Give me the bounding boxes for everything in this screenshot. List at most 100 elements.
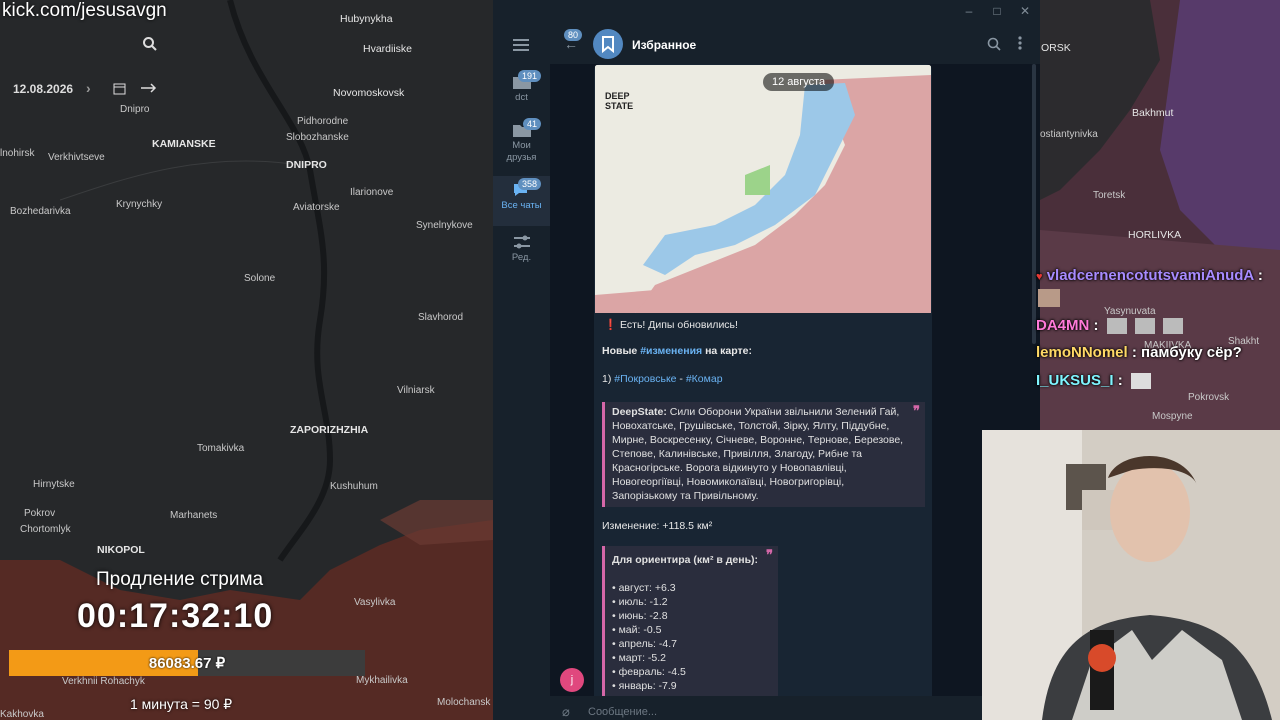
timer-value: 00:17:32:10 bbox=[77, 597, 274, 635]
map-label: Bakhmut bbox=[1132, 107, 1174, 119]
chevron-right-icon[interactable]: › bbox=[86, 80, 91, 96]
message-map-image[interactable]: DEEP STATE 12 августа bbox=[595, 65, 931, 313]
map-label: Slobozhanske bbox=[286, 132, 349, 143]
text: на карте: bbox=[702, 345, 753, 357]
quote-text: Сили Оборони України звільнили Зелений Г… bbox=[612, 406, 904, 502]
emote-icon bbox=[1038, 289, 1060, 307]
map-label: ORSK bbox=[1041, 42, 1071, 54]
map-label: Verkhnii Rohachyk bbox=[62, 676, 145, 687]
map-label: Toretsk bbox=[1093, 190, 1126, 201]
emote-icon bbox=[1134, 318, 1155, 335]
message-bubble[interactable]: DEEP STATE 12 августа ❗ Есть! Дипы обнов… bbox=[594, 64, 932, 696]
chat-message: ♥ vladcernencotutsvamiAnudA : bbox=[1036, 267, 1263, 284]
map-date: 12.08.2026 bbox=[13, 82, 74, 96]
stats-title: Для ориентира (км² в день): bbox=[612, 554, 759, 566]
stat-item: • апрель: -4.7 bbox=[612, 638, 677, 650]
saved-messages-avatar[interactable] bbox=[593, 29, 623, 59]
map-label: Vilniarsk bbox=[397, 385, 435, 396]
text: 1) bbox=[602, 373, 615, 385]
menu-icon[interactable] bbox=[513, 38, 529, 56]
map-label: Pidhorodne bbox=[297, 116, 349, 127]
map-label: Kakhovka bbox=[0, 709, 44, 720]
close-icon[interactable]: ✕ bbox=[1015, 4, 1035, 18]
chat-text: : памбуку сёр? bbox=[1127, 344, 1242, 361]
folder-dct[interactable]: dct 191 bbox=[493, 70, 550, 103]
search-icon[interactable] bbox=[987, 37, 1001, 56]
compare-icon[interactable] bbox=[139, 81, 157, 98]
map-label: Pokrov bbox=[24, 508, 56, 519]
maximize-icon[interactable]: □ bbox=[987, 4, 1007, 18]
folder-label: Все чаты bbox=[501, 200, 542, 211]
map-label: Bozhedarivka bbox=[10, 206, 71, 217]
map-label: Vasylivka bbox=[354, 597, 396, 608]
stat-item: • март: -5.2 bbox=[612, 652, 666, 664]
donation-progress: 86083.67 ₽ bbox=[9, 650, 365, 676]
chat-username: lemoNNomel bbox=[1036, 344, 1128, 361]
map-label: ZAPORIZHZHIA bbox=[290, 424, 369, 436]
quote-icon: ❞ bbox=[913, 403, 920, 418]
message-input[interactable]: Сообщение... bbox=[588, 706, 657, 718]
message-line-1: ❗ Есть! Дипы обновились! bbox=[604, 318, 738, 331]
map-label: HORLIVKA bbox=[1128, 229, 1182, 241]
unread-badge: 41 bbox=[523, 118, 542, 130]
map-label: Mykhailivka bbox=[356, 675, 408, 686]
stat-item: • июль: -1.2 bbox=[612, 596, 668, 608]
message-composer[interactable]: ⌀ Сообщение... bbox=[550, 696, 1040, 720]
hashtag-link[interactable]: #Покровське bbox=[614, 373, 676, 385]
message-line-3: 1) #Покровське - #Комар bbox=[602, 373, 723, 385]
search-icon[interactable] bbox=[142, 36, 158, 57]
quote-block-deepstate: DeepState: Сили Оборони України звільнил… bbox=[602, 402, 925, 507]
map-label: Synelnykove bbox=[416, 220, 473, 231]
map-label: Molochansk bbox=[437, 697, 491, 708]
map-label: Krynychky bbox=[116, 199, 163, 210]
map-panel-right[interactable]: ORSK Bakhmut ostiantynivka Toretsk HORLI… bbox=[1040, 0, 1280, 430]
map-label: Pokrovsk bbox=[1188, 392, 1230, 403]
webcam-feed bbox=[982, 430, 1280, 720]
message-text: Есть! Дипы обновились! bbox=[620, 319, 738, 331]
map-label: Yasynuvata bbox=[1104, 306, 1156, 317]
telegram-window[interactable]: – □ ✕ dct 191 Мои друзья 41 Все чаты 358… bbox=[493, 0, 1040, 720]
map-label: Tomakivka bbox=[197, 443, 245, 454]
emote-icon bbox=[1163, 318, 1184, 335]
calendar-icon[interactable] bbox=[113, 82, 126, 98]
hashtag-link[interactable]: #Комар bbox=[686, 373, 723, 385]
map-label: Marhanets bbox=[170, 510, 218, 521]
folder-label: dct bbox=[515, 92, 528, 103]
stat-item: • май: -0.5 bbox=[612, 624, 662, 636]
timer-title: Продление стрима bbox=[96, 569, 264, 590]
folder-label: Ред. bbox=[511, 252, 532, 263]
map-label: Aviatorske bbox=[293, 202, 340, 213]
chat-text: : bbox=[1113, 372, 1123, 389]
rate-text: 1 минута = 90 ₽ bbox=[130, 696, 233, 712]
folder-edit[interactable]: Ред. bbox=[493, 234, 550, 263]
stat-item: • август: +6.3 bbox=[612, 582, 676, 594]
exclamation-icon: ❗ bbox=[604, 319, 618, 331]
chat-scrollbar[interactable] bbox=[1032, 64, 1036, 344]
stream-url: kick.com/jesusavgn bbox=[2, 0, 167, 21]
quote-block-stats: Для ориентира (км² в день): • август: +6… bbox=[602, 546, 778, 696]
chat-message: lemoNNomel : памбуку сёр? bbox=[1036, 344, 1242, 361]
date-pill: 12 августа bbox=[763, 73, 835, 91]
map-label: Hirnytske bbox=[33, 479, 75, 490]
chat-title[interactable]: Избранное bbox=[632, 38, 696, 52]
unread-badge: 191 bbox=[518, 70, 542, 82]
hashtag-link[interactable]: #изменения bbox=[640, 345, 702, 357]
map-label: Slavhorod bbox=[418, 312, 464, 323]
attach-icon[interactable]: ⌀ bbox=[562, 704, 570, 720]
avatar[interactable]: j bbox=[560, 668, 584, 692]
more-options-icon[interactable] bbox=[1018, 36, 1022, 55]
map-panel-left[interactable]: kick.com/jesusavgn Hubynykha Hvardiiske … bbox=[0, 0, 493, 720]
map-label: Novomoskovsk bbox=[333, 87, 405, 99]
map-label: KAMIANSKE bbox=[152, 138, 216, 150]
chat-area[interactable]: DEEP STATE 12 августа ❗ Есть! Дипы обнов… bbox=[550, 64, 1040, 696]
map-label: Solone bbox=[244, 273, 276, 284]
folder-my-friends[interactable]: Мои друзья 41 bbox=[493, 118, 550, 164]
deepstate-logo: DEEP STATE bbox=[605, 91, 634, 111]
stat-item: • февраль: -4.5 bbox=[612, 666, 686, 678]
deepstate-map bbox=[595, 65, 931, 313]
quote-author: DeepState: bbox=[612, 406, 667, 418]
chat-message: I_UKSUS_I : bbox=[1036, 372, 1151, 390]
minimize-icon[interactable]: – bbox=[959, 4, 979, 18]
map-label: DNIPRO bbox=[286, 159, 327, 171]
folder-all-chats[interactable]: Все чаты 358 bbox=[493, 176, 550, 226]
